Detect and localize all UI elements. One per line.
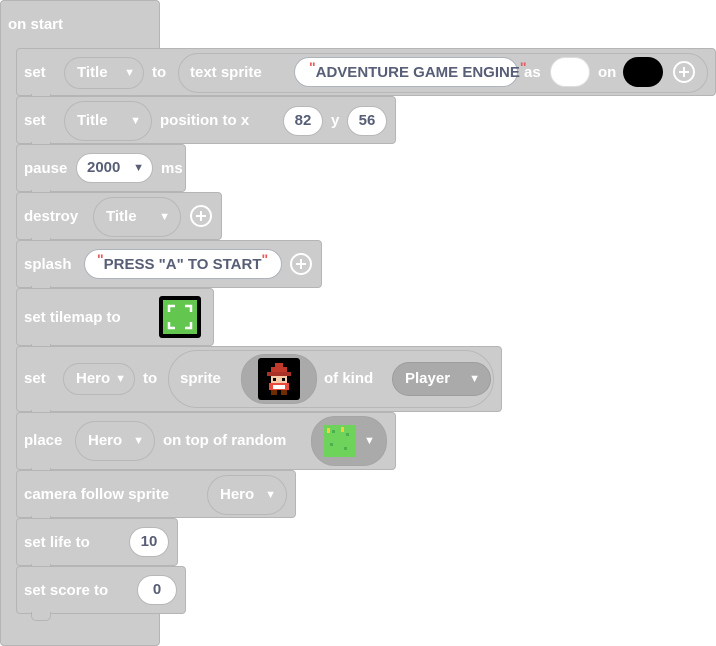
chevron-down-icon: ▼ bbox=[124, 67, 135, 79]
ms-label: ms bbox=[161, 160, 183, 177]
sprite-label: sprite bbox=[180, 370, 221, 387]
foreground-color-swatch[interactable] bbox=[550, 57, 590, 87]
chevron-down-icon: ▼ bbox=[159, 211, 170, 223]
dropdown-value: Hero bbox=[220, 486, 255, 503]
quote-close-icon: " bbox=[261, 251, 269, 267]
title-variable-dropdown[interactable]: Title ▼ bbox=[93, 197, 181, 237]
expand-plus-icon[interactable] bbox=[190, 205, 212, 227]
text-value: ADVENTURE GAME ENGINE bbox=[315, 64, 520, 81]
text-value-input[interactable]: "ADVENTURE GAME ENGINE" bbox=[294, 57, 526, 87]
title-variable-dropdown[interactable]: Title ▼ bbox=[64, 101, 152, 141]
hero-variable-dropdown[interactable]: Hero ▼ bbox=[75, 421, 155, 461]
splash-text-input[interactable]: "PRESS "A" TO START" bbox=[84, 249, 282, 279]
grass-tile-thumbnail bbox=[324, 425, 356, 457]
kind-dropdown[interactable]: Player ▼ bbox=[392, 362, 491, 396]
dropdown-value: Hero bbox=[76, 370, 111, 387]
hero-sprite-icon bbox=[267, 363, 291, 395]
chevron-down-icon: ▼ bbox=[133, 435, 144, 447]
grass-tile-icon bbox=[327, 427, 349, 450]
life-value-input[interactable]: 10 bbox=[129, 527, 169, 557]
expand-plus-icon[interactable] bbox=[290, 253, 312, 275]
dropdown-value: Title bbox=[77, 64, 108, 81]
on-top-of-random-label: on top of random bbox=[163, 432, 287, 449]
place-label: place bbox=[24, 432, 63, 449]
chevron-down-icon: ▼ bbox=[265, 489, 276, 501]
position-to-x-label: position to x bbox=[160, 112, 250, 129]
set-life-label: set life to bbox=[24, 534, 90, 551]
pause-duration-dropdown[interactable]: 2000 ▼ bbox=[76, 153, 153, 183]
of-kind-label: of kind bbox=[324, 370, 374, 387]
chevron-down-icon: ▼ bbox=[469, 373, 480, 385]
hero-variable-dropdown[interactable]: Hero ▼ bbox=[63, 363, 135, 395]
chevron-down-icon: ▼ bbox=[130, 115, 141, 127]
destroy-label: destroy bbox=[24, 208, 79, 225]
x-value-input[interactable]: 82 bbox=[283, 106, 323, 136]
quote-open-icon: " bbox=[309, 59, 316, 75]
dropdown-value: Player bbox=[405, 370, 451, 387]
as-label: as bbox=[524, 64, 541, 81]
dropdown-value: Title bbox=[77, 112, 108, 129]
to-label: to bbox=[152, 64, 167, 81]
set-tilemap-label: set tilemap to bbox=[24, 309, 121, 326]
on-label: on bbox=[598, 64, 617, 81]
dropdown-value: Title bbox=[106, 208, 137, 225]
tilemap-thumbnail[interactable] bbox=[159, 296, 201, 338]
score-value-input[interactable]: 0 bbox=[137, 575, 177, 605]
pause-label: pause bbox=[24, 160, 68, 177]
to-label: to bbox=[143, 370, 158, 387]
hero-variable-dropdown[interactable]: Hero ▼ bbox=[207, 475, 287, 515]
set-score-label: set score to bbox=[24, 582, 109, 599]
dropdown-value: Hero bbox=[88, 432, 123, 449]
y-value-input[interactable]: 56 bbox=[347, 106, 387, 136]
hero-sprite-thumbnail[interactable] bbox=[258, 358, 300, 400]
chevron-down-icon: ▼ bbox=[133, 162, 144, 174]
y-label: y bbox=[331, 112, 340, 129]
chevron-down-icon: ▼ bbox=[115, 373, 126, 385]
camera-follow-label: camera follow sprite bbox=[24, 486, 170, 503]
splash-label: splash bbox=[24, 256, 72, 273]
expand-plus-icon[interactable] bbox=[673, 61, 695, 83]
splash-text: PRESS "A" TO START bbox=[103, 256, 262, 273]
set-label: set bbox=[24, 370, 46, 387]
on-start-label: on start bbox=[8, 16, 64, 33]
set-label: set bbox=[24, 112, 46, 129]
text-sprite-label: text sprite bbox=[190, 64, 262, 81]
background-color-swatch[interactable] bbox=[623, 57, 663, 87]
dropdown-value: 2000 bbox=[87, 159, 121, 176]
title-variable-dropdown[interactable]: Title ▼ bbox=[64, 57, 144, 89]
quote-open-icon: " bbox=[97, 251, 104, 267]
set-label: set bbox=[24, 64, 46, 81]
tilemap-icon bbox=[163, 300, 197, 334]
chevron-down-icon[interactable]: ▼ bbox=[364, 431, 375, 451]
